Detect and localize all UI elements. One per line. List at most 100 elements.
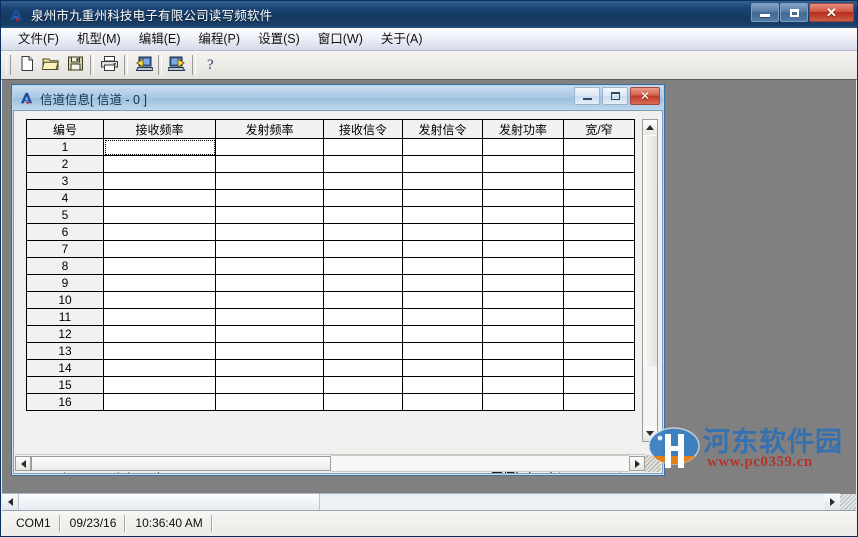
- channel-horizontal-scrollbar[interactable]: [15, 454, 645, 472]
- column-header-power[interactable]: 发射功率: [482, 119, 564, 139]
- table-row[interactable]: 1: [26, 138, 635, 156]
- menu-file[interactable]: 文件(F): [9, 30, 68, 49]
- save-button[interactable]: [63, 54, 87, 77]
- cell-power[interactable]: [482, 308, 564, 326]
- cell-tx_freq[interactable]: [215, 138, 324, 156]
- cell-rx_code[interactable]: [323, 223, 403, 241]
- cell-power[interactable]: [482, 223, 564, 241]
- cell-tx_code[interactable]: [402, 308, 483, 326]
- cell-bandwidth[interactable]: [563, 359, 635, 377]
- grid-vertical-scrollbar[interactable]: [642, 119, 658, 442]
- table-row[interactable]: 16: [26, 393, 635, 411]
- cell-rx_freq[interactable]: [103, 325, 216, 343]
- cell-bandwidth[interactable]: [563, 189, 635, 207]
- menu-window[interactable]: 窗口(W): [309, 30, 372, 49]
- maximize-button[interactable]: [780, 3, 808, 22]
- read-from-radio-button[interactable]: [131, 54, 155, 77]
- cell-rx_freq[interactable]: [103, 291, 216, 309]
- scroll-left-button[interactable]: [15, 456, 31, 471]
- cell-bandwidth[interactable]: [563, 342, 635, 360]
- cell-bandwidth[interactable]: [563, 308, 635, 326]
- cell-rx_freq[interactable]: [103, 155, 216, 173]
- cell-bandwidth[interactable]: [563, 206, 635, 224]
- column-header-no[interactable]: 编号: [26, 119, 104, 139]
- cell-tx_code[interactable]: [402, 257, 483, 275]
- menu-edit[interactable]: 编辑(E): [130, 30, 190, 49]
- row-number-cell[interactable]: 4: [26, 189, 104, 207]
- channel-maximize-button[interactable]: [602, 87, 628, 105]
- cell-power[interactable]: [482, 138, 564, 156]
- write-to-radio-button[interactable]: [165, 54, 189, 77]
- cell-power[interactable]: [482, 172, 564, 190]
- cell-power[interactable]: [482, 291, 564, 309]
- cell-rx_code[interactable]: [323, 138, 403, 156]
- resize-grip[interactable]: [645, 455, 661, 472]
- cell-tx_code[interactable]: [402, 155, 483, 173]
- mdi-scroll-right-button[interactable]: [824, 494, 840, 510]
- cell-rx_freq[interactable]: [103, 223, 216, 241]
- cell-bandwidth[interactable]: [563, 240, 635, 258]
- cell-rx_code[interactable]: [323, 206, 403, 224]
- table-row[interactable]: 5: [26, 206, 635, 224]
- mdi-resize-grip[interactable]: [840, 494, 856, 510]
- row-number-cell[interactable]: 7: [26, 240, 104, 258]
- table-row[interactable]: 12: [26, 325, 635, 343]
- cell-tx_freq[interactable]: [215, 189, 324, 207]
- open-file-button[interactable]: [39, 54, 63, 77]
- cell-bandwidth[interactable]: [563, 138, 635, 156]
- cell-tx_code[interactable]: [402, 291, 483, 309]
- cell-tx_freq[interactable]: [215, 155, 324, 173]
- cell-rx_code[interactable]: [323, 155, 403, 173]
- cell-tx_code[interactable]: [402, 342, 483, 360]
- cell-rx_code[interactable]: [323, 359, 403, 377]
- column-header-tx-code[interactable]: 发射信令: [402, 119, 483, 139]
- row-number-cell[interactable]: 2: [26, 155, 104, 173]
- cell-power[interactable]: [482, 240, 564, 258]
- table-row[interactable]: 2: [26, 155, 635, 173]
- cell-rx_freq[interactable]: [103, 274, 216, 292]
- toolbar-grip[interactable]: [6, 55, 11, 75]
- row-number-cell[interactable]: 15: [26, 376, 104, 394]
- menu-model[interactable]: 机型(M): [68, 30, 130, 49]
- row-number-cell[interactable]: 9: [26, 274, 104, 292]
- cell-power[interactable]: [482, 189, 564, 207]
- cell-rx_freq[interactable]: [103, 342, 216, 360]
- menu-about[interactable]: 关于(A): [372, 30, 432, 49]
- mdi-horizontal-scroll-thumb[interactable]: [18, 494, 320, 510]
- table-row[interactable]: 6: [26, 223, 635, 241]
- cell-rx_code[interactable]: [323, 274, 403, 292]
- column-header-rx-freq[interactable]: 接收频率: [103, 119, 216, 139]
- cell-tx_freq[interactable]: [215, 172, 324, 190]
- mdi-horizontal-scrollbar[interactable]: [2, 493, 840, 510]
- table-row[interactable]: 15: [26, 376, 635, 394]
- table-row[interactable]: 14: [26, 359, 635, 377]
- cell-tx_code[interactable]: [402, 206, 483, 224]
- table-row[interactable]: 13: [26, 342, 635, 360]
- cell-tx_code[interactable]: [402, 240, 483, 258]
- cell-rx_freq[interactable]: [103, 240, 216, 258]
- cell-rx_freq[interactable]: [103, 393, 216, 411]
- cell-rx_code[interactable]: [323, 240, 403, 258]
- column-header-bandwidth[interactable]: 宽/窄: [563, 119, 635, 139]
- cell-rx_code[interactable]: [323, 257, 403, 275]
- close-button[interactable]: ✕: [809, 3, 854, 22]
- table-row[interactable]: 8: [26, 257, 635, 275]
- cell-tx_code[interactable]: [402, 223, 483, 241]
- cell-tx_freq[interactable]: [215, 274, 324, 292]
- cell-rx_freq[interactable]: [103, 172, 216, 190]
- help-button[interactable]: ?: [199, 54, 223, 77]
- table-row[interactable]: 11: [26, 308, 635, 326]
- menu-program[interactable]: 编程(P): [189, 30, 249, 49]
- row-number-cell[interactable]: 16: [26, 393, 104, 411]
- mdi-horizontal-scroll-track[interactable]: [320, 494, 824, 510]
- column-header-tx-freq[interactable]: 发射频率: [215, 119, 324, 139]
- cell-bandwidth[interactable]: [563, 155, 635, 173]
- row-number-cell[interactable]: 6: [26, 223, 104, 241]
- cell-tx_code[interactable]: [402, 138, 483, 156]
- print-button[interactable]: [97, 54, 121, 77]
- horizontal-scroll-thumb[interactable]: [31, 456, 331, 471]
- cell-tx_freq[interactable]: [215, 291, 324, 309]
- cell-tx_code[interactable]: [402, 189, 483, 207]
- cell-rx_freq[interactable]: [103, 138, 216, 156]
- scroll-right-button[interactable]: [629, 456, 645, 471]
